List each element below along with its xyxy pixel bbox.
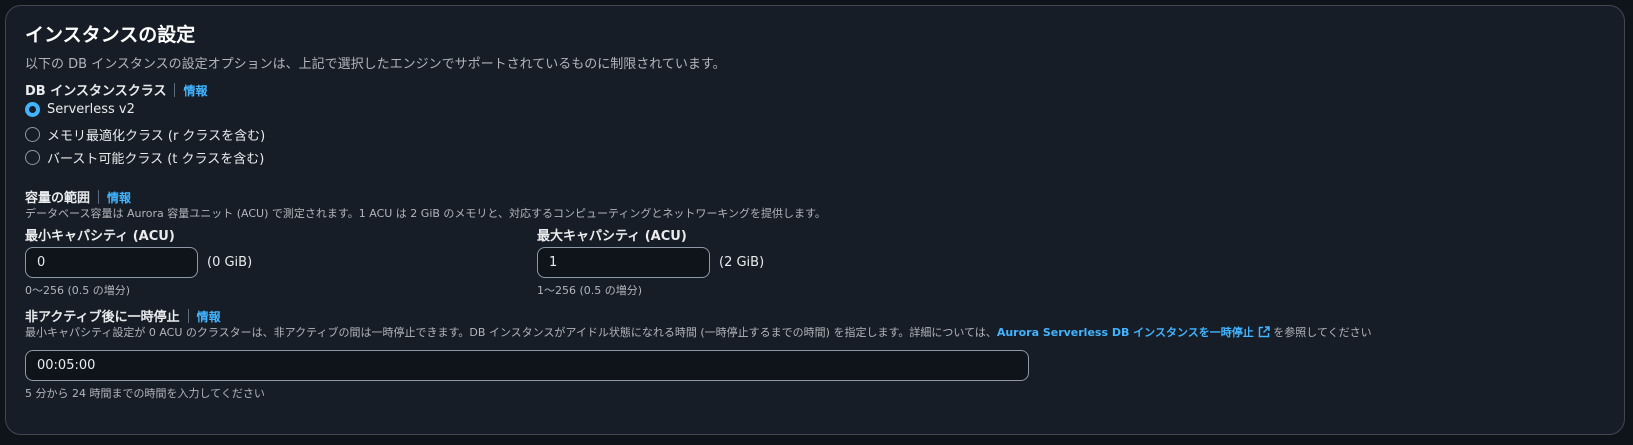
max-capacity-input[interactable]: 1 bbox=[537, 247, 710, 278]
pause-info-link[interactable]: 情報 bbox=[197, 310, 221, 324]
capacity-label: 容量の範囲 bbox=[25, 191, 91, 206]
divider bbox=[98, 190, 100, 204]
pause-header: 非アクティブ後に一時停止 情報 bbox=[25, 306, 221, 325]
pause-duration-input[interactable]: 00:05:00 bbox=[25, 350, 1029, 381]
pause-hint: 5 分から 24 時間までの時間を入力してください bbox=[25, 387, 265, 400]
min-capacity-input[interactable]: 0 bbox=[25, 247, 198, 278]
capacity-info-link[interactable]: 情報 bbox=[107, 191, 131, 205]
min-capacity-hint: 0〜256 (0.5 の増分) bbox=[25, 284, 131, 297]
max-capacity-label: 最大キャパシティ (ACU) bbox=[537, 229, 687, 244]
section-title: インスタンスの設定 bbox=[25, 24, 196, 46]
radio-serverless-v2[interactable]: Serverless v2 bbox=[25, 102, 135, 117]
min-capacity-label: 最小キャパシティ (ACU) bbox=[25, 229, 175, 244]
capacity-description: データベース容量は Aurora 容量ユニット (ACU) で測定されます。1 … bbox=[25, 207, 826, 220]
instance-class-info-link[interactable]: 情報 bbox=[183, 84, 207, 98]
pause-docs-link-text[interactable]: Aurora Serverless DB インスタンスを一時停止 bbox=[997, 326, 1254, 339]
radio-label: バースト可能クラス (t クラスを含む) bbox=[47, 152, 265, 167]
pause-description: 最小キャパシティ設定が 0 ACU のクラスターは、非アクティブの間は一時停止で… bbox=[25, 324, 1372, 340]
radio-unselected-icon[interactable] bbox=[25, 150, 40, 165]
radio-selected-icon[interactable] bbox=[25, 102, 40, 117]
capacity-header: 容量の範囲 情報 bbox=[25, 187, 131, 206]
pause-description-suffix: を参照してください bbox=[1269, 326, 1372, 339]
radio-label: Serverless v2 bbox=[47, 102, 135, 117]
section-description: 以下の DB インスタンスの設定オプションは、上記で選択したエンジンでサポートさ… bbox=[25, 57, 726, 72]
instance-class-label: DB インスタンスクラス bbox=[25, 84, 167, 99]
external-link-icon[interactable] bbox=[1258, 326, 1270, 338]
instance-class-header: DB インスタンスクラス 情報 bbox=[25, 80, 207, 99]
divider bbox=[174, 83, 176, 97]
radio-label: メモリ最適化クラス (r クラスを含む) bbox=[47, 129, 266, 144]
max-capacity-hint: 1〜256 (0.5 の増分) bbox=[537, 284, 643, 297]
pause-description-text: 最小キャパシティ設定が 0 ACU のクラスターは、非アクティブの間は一時停止で… bbox=[25, 326, 997, 339]
max-capacity-unit: (2 GiB) bbox=[719, 255, 765, 270]
min-capacity-unit: (0 GiB) bbox=[207, 255, 253, 270]
radio-burstable[interactable]: バースト可能クラス (t クラスを含む) bbox=[25, 148, 264, 167]
instance-settings-panel: インスタンスの設定 以下の DB インスタンスの設定オプションは、上記で選択した… bbox=[5, 5, 1625, 435]
pause-label: 非アクティブ後に一時停止 bbox=[25, 310, 180, 325]
pause-docs-link[interactable]: Aurora Serverless DB インスタンスを一時停止 bbox=[997, 326, 1270, 339]
divider bbox=[187, 309, 189, 323]
radio-unselected-icon[interactable] bbox=[25, 127, 40, 142]
radio-memory-optimized[interactable]: メモリ最適化クラス (r クラスを含む) bbox=[25, 125, 265, 144]
